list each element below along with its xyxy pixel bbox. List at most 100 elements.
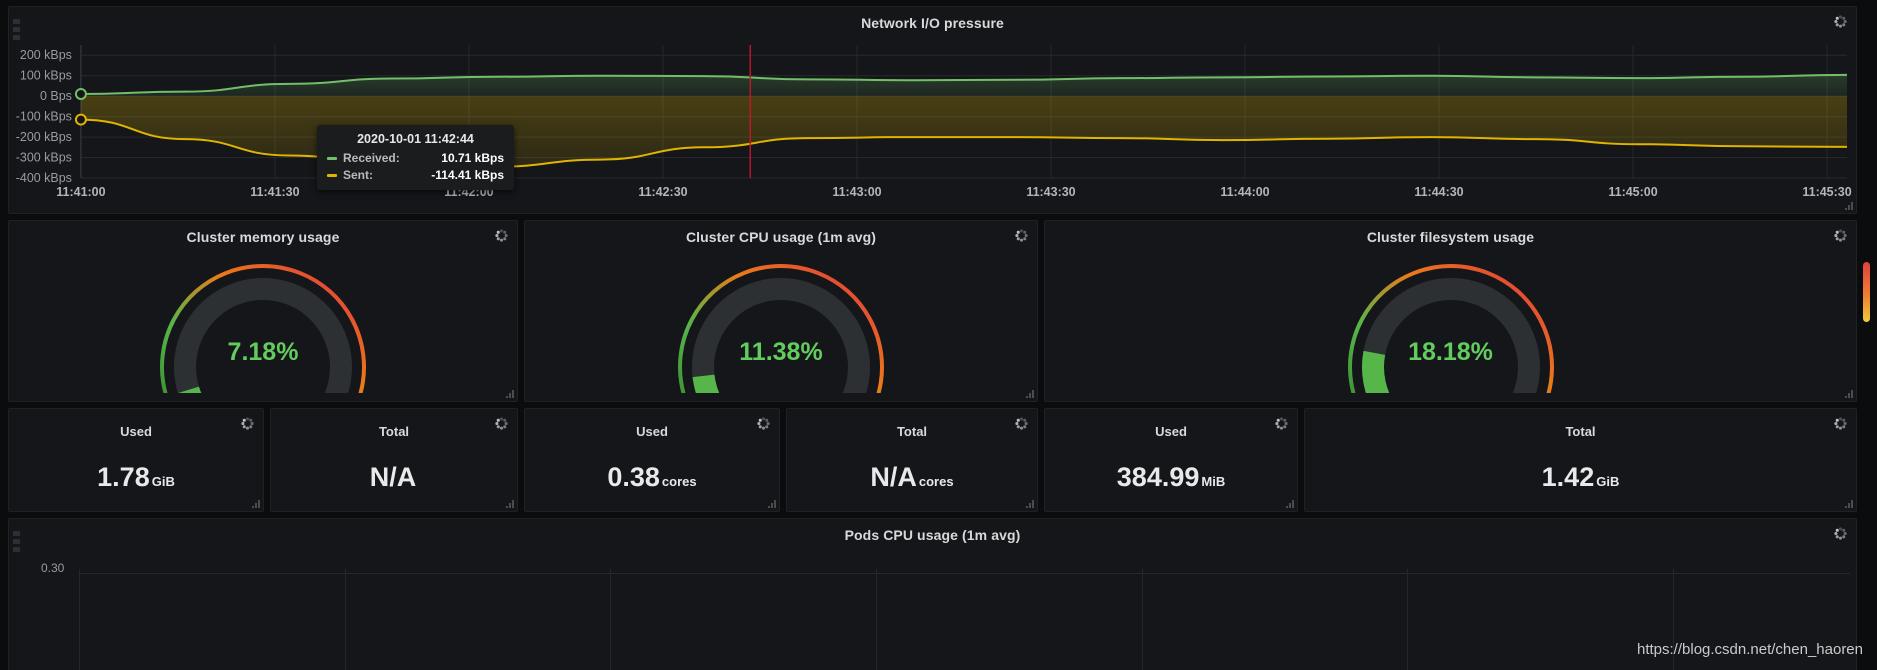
loading-spinner-icon — [1275, 417, 1288, 430]
stat-value: 0.38 cores — [525, 462, 779, 493]
loading-spinner-icon — [1834, 417, 1847, 430]
series-color-swatch-sent — [327, 173, 337, 177]
stat-unit: MiB — [1201, 474, 1226, 489]
tooltip-series-name: Received: — [343, 151, 400, 165]
stat-value: 384.99 MiB — [1045, 462, 1297, 493]
panel-drag-handle[interactable] — [13, 531, 20, 555]
pods-cpu-usage-panel[interactable]: Pods CPU usage (1m avg) 0.30 — [8, 518, 1857, 670]
stat-label: Total — [896, 424, 928, 439]
svg-text:-100 kBps: -100 kBps — [16, 110, 72, 124]
panel-resize-handle[interactable] — [251, 499, 260, 508]
series-color-swatch-received — [327, 156, 337, 160]
tooltip-series-value: -114.41 kBps — [431, 168, 504, 182]
stat-label: Used — [120, 424, 152, 439]
panel-resize-handle[interactable] — [1285, 499, 1294, 508]
cluster-filesystem-usage-panel[interactable]: Cluster filesystem usage 18.18% — [1044, 220, 1857, 402]
svg-text:100 kBps: 100 kBps — [20, 69, 72, 83]
stat-value: N/A — [271, 462, 517, 493]
stat-unit: cores — [661, 474, 697, 489]
network-io-panel-title: Network I/O pressure — [861, 15, 1004, 31]
stat-unit: GiB — [1596, 474, 1620, 489]
svg-text:11:42:30: 11:42:30 — [638, 185, 687, 199]
pods-chart-grid — [79, 569, 1850, 670]
tooltip-timestamp: 2020-10-01 11:42:44 — [357, 132, 474, 146]
stat-panel-filesystem-used[interactable]: Used 384.99 MiB — [1044, 408, 1298, 512]
gauge-arc — [678, 264, 884, 393]
network-io-panel[interactable]: Network I/O pressure 200 kBps 100 kBps 0 B… — [8, 6, 1857, 214]
panel-resize-handle[interactable] — [1844, 499, 1853, 508]
tooltip-series-name: Sent: — [343, 168, 373, 182]
gauge-value-cpu: 11.38% — [739, 338, 823, 366]
stat-label: Total — [378, 424, 410, 439]
svg-text:-200 kBps: -200 kBps — [16, 130, 72, 144]
stat-unit: cores — [918, 474, 954, 489]
panel-resize-handle[interactable] — [1025, 499, 1034, 508]
stat-label: Used — [1155, 424, 1187, 439]
loading-spinner-icon — [757, 417, 770, 430]
stat-panel-cpu-total[interactable]: Total N/A cores — [786, 408, 1038, 512]
chart-tooltip: 2020-10-01 11:42:44 Received: 10.71 kBps… — [317, 125, 514, 190]
stat-number: 384.99 — [1116, 462, 1200, 492]
gauge-value-filesystem: 18.18% — [1408, 338, 1493, 366]
panel-resize-handle[interactable] — [505, 499, 514, 508]
gradient-scrollbar[interactable] — [1863, 262, 1870, 322]
loading-spinner-icon — [1015, 229, 1028, 242]
stat-value: 1.78 GiB — [9, 462, 263, 493]
svg-text:11:43:30: 11:43:30 — [1026, 185, 1075, 199]
stat-number: 0.38 — [607, 462, 660, 492]
pods-cpu-panel-title: Pods CPU usage (1m avg) — [844, 527, 1021, 543]
stat-panel-memory-total[interactable]: Total N/A — [270, 408, 518, 512]
stat-number: 1.42 — [1541, 462, 1595, 492]
svg-text:11:44:00: 11:44:00 — [1220, 185, 1269, 199]
gauge-title: Cluster CPU usage (1m avg) — [685, 229, 877, 245]
svg-text:11:41:00: 11:41:00 — [56, 185, 105, 199]
stat-panel-memory-used[interactable]: Used 1.78 GiB — [8, 408, 264, 512]
svg-text:11:45:30: 11:45:30 — [1802, 185, 1851, 199]
stat-number: N/A — [369, 462, 417, 492]
tooltip-series-value: 10.71 kBps — [441, 151, 504, 165]
svg-text:11:41:30: 11:41:30 — [250, 185, 299, 199]
panel-resize-handle[interactable] — [767, 499, 776, 508]
gauge-title: Cluster memory usage — [186, 229, 340, 245]
panel-resize-handle[interactable] — [505, 389, 514, 398]
stat-value: N/A cores — [787, 462, 1037, 493]
svg-text:-400 kBps: -400 kBps — [16, 171, 72, 185]
svg-text:11:43:00: 11:43:00 — [832, 185, 881, 199]
svg-text:11:45:00: 11:45:00 — [1608, 185, 1657, 199]
cluster-memory-usage-panel[interactable]: Cluster memory usage 7.18% — [8, 220, 518, 402]
tooltip-row-sent: Sent: -114.41 kBps — [327, 168, 504, 182]
svg-text:11:44:30: 11:44:30 — [1414, 185, 1463, 199]
loading-spinner-icon — [1834, 15, 1847, 28]
svg-text:-300 kBps: -300 kBps — [16, 151, 72, 165]
stat-unit: GiB — [151, 474, 175, 489]
loading-spinner-icon — [1834, 229, 1847, 242]
stat-number: 1.78 — [97, 462, 150, 492]
stat-panel-filesystem-total[interactable]: Total 1.42 GiB — [1304, 408, 1857, 512]
svg-text:200 kBps: 200 kBps — [20, 48, 72, 62]
cluster-cpu-usage-panel[interactable]: Cluster CPU usage (1m avg) 11.38% — [524, 220, 1038, 402]
page-right-edge — [1871, 0, 1877, 670]
pods-y-axis-tick: 0.30 — [41, 561, 65, 575]
gauge-arc — [1347, 264, 1554, 393]
stat-value: 1.42 GiB — [1305, 462, 1856, 493]
gauge-arc — [160, 264, 366, 393]
panel-resize-handle[interactable] — [1025, 389, 1034, 398]
stat-panel-cpu-used[interactable]: Used 0.38 cores — [524, 408, 780, 512]
stat-label: Used — [636, 424, 668, 439]
stat-label: Total — [1565, 424, 1596, 439]
loading-spinner-icon — [1015, 417, 1028, 430]
gauge-value-memory: 7.18% — [227, 338, 299, 366]
loading-spinner-icon — [495, 417, 508, 430]
stat-number: N/A — [870, 462, 917, 492]
loading-spinner-icon — [241, 417, 254, 430]
gauge-cpu: 11.38% — [525, 243, 1037, 397]
loading-spinner-icon — [495, 229, 508, 242]
watermark-text: https://blog.csdn.net/chen_haoren — [1637, 641, 1863, 658]
svg-text:0 Bps: 0 Bps — [40, 89, 72, 103]
panel-resize-handle[interactable] — [1844, 389, 1853, 398]
gauge-filesystem: 18.18% — [1045, 243, 1856, 397]
loading-spinner-icon — [1834, 527, 1847, 540]
network-io-chart[interactable]: 200 kBps 100 kBps 0 Bps -100 kBps -200 kBps -… — [9, 33, 1856, 215]
panel-resize-handle[interactable] — [1844, 201, 1853, 210]
gauge-title: Cluster filesystem usage — [1366, 229, 1535, 245]
